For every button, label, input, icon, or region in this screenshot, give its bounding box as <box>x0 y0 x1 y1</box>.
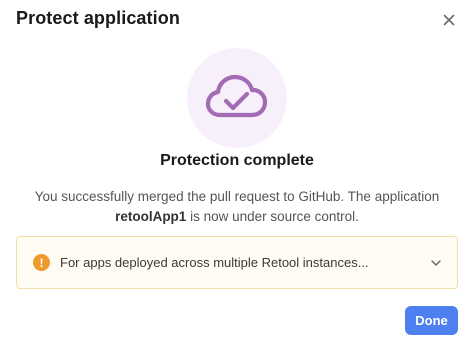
status-message: You successfully merged the pull request… <box>30 187 444 227</box>
protect-application-dialog: Protect application Protection complete … <box>0 0 474 347</box>
hero-circle <box>187 48 287 148</box>
app-name: retoolApp1 <box>115 209 187 224</box>
close-icon[interactable] <box>438 9 460 31</box>
message-text-after: is now under source control. <box>186 209 359 224</box>
message-text-before: You successfully merged the pull request… <box>34 189 440 204</box>
alert-text: For apps deployed across multiple Retool… <box>60 255 369 270</box>
multi-instance-alert[interactable]: ! For apps deployed across multiple Reto… <box>16 236 458 289</box>
status-heading: Protection complete <box>160 152 314 169</box>
chevron-down-icon[interactable] <box>429 256 443 270</box>
dialog-title: Protect application <box>16 8 180 28</box>
cloud-check-icon <box>205 74 268 118</box>
warning-icon: ! <box>33 254 50 271</box>
done-button[interactable]: Done <box>405 306 458 335</box>
